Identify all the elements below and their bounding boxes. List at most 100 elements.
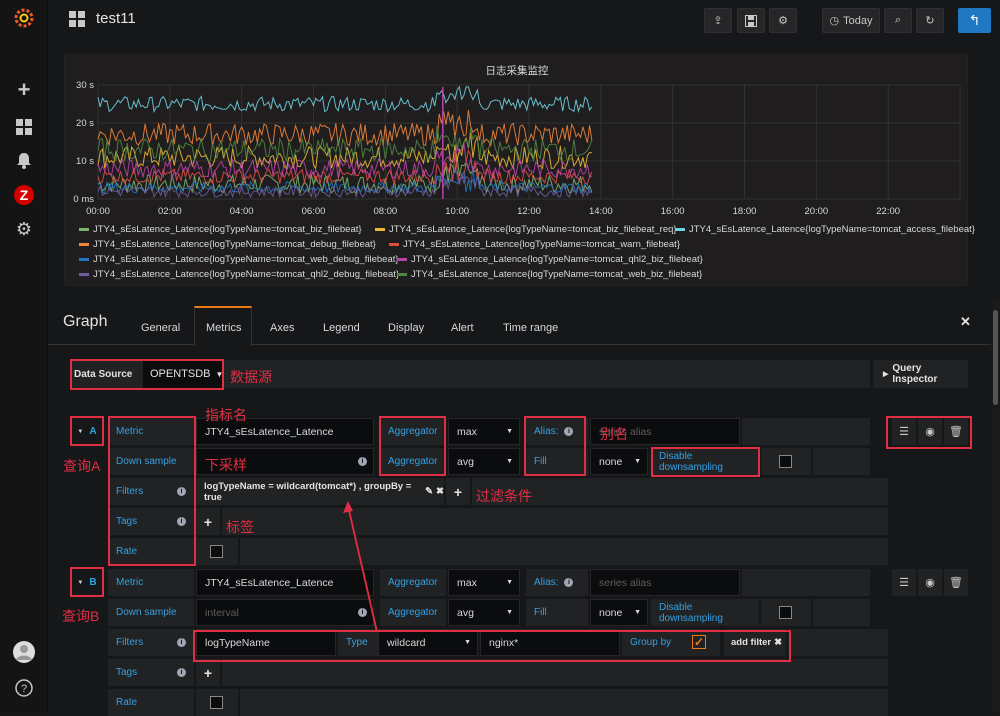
info-icon: i — [177, 517, 186, 526]
menu-icon[interactable]: ☰ — [892, 418, 916, 445]
add-filter-button[interactable]: add filter ✖ — [724, 629, 786, 656]
legend-label: JTY4_sEsLatence_Latence{logTypeName=tomc… — [411, 254, 703, 265]
datasource-select[interactable]: OPENTSDB ▼ — [143, 360, 223, 388]
add-tag-plus-icon[interactable]: + — [196, 508, 220, 535]
trash-icon[interactable]: 🗑 — [944, 418, 968, 445]
row-filler — [742, 418, 870, 445]
annotation-query-b: 查询B — [62, 608, 100, 624]
disable-downsampling-checkbox[interactable] — [779, 606, 792, 619]
rate-checkbox[interactable] — [210, 696, 223, 709]
legend-item[interactable]: JTY4_sEsLatence_Latence{logTypeName=tomc… — [675, 224, 975, 235]
caret-down-icon: ▼ — [77, 579, 84, 586]
legend-swatch — [375, 228, 385, 231]
legend-item[interactable]: JTY4_sEsLatence_Latence{logTypeName=tomc… — [79, 254, 399, 265]
caret-down-icon: ▼ — [506, 609, 513, 616]
eye-icon[interactable]: ◉ — [918, 569, 942, 596]
alias-input[interactable]: series alias — [590, 569, 740, 596]
plus-icon[interactable]: + — [12, 77, 36, 102]
aggregator-value: max — [457, 425, 477, 438]
filter-value-input[interactable]: nginx* — [480, 629, 620, 656]
tags-label-text: Tags — [116, 667, 138, 678]
filters-label: Filters i — [108, 478, 194, 505]
grafana-logo-icon[interactable] — [12, 6, 36, 30]
zabbix-icon[interactable]: Z — [12, 183, 36, 207]
filter-chip[interactable]: logTypeName = wildcard(tomcat*) , groupB… — [196, 478, 444, 505]
tab-metrics[interactable]: Metrics — [206, 322, 241, 334]
info-icon: i — [177, 668, 186, 677]
datasource-value: OPENTSDB — [150, 368, 211, 380]
svg-text:?: ? — [21, 683, 27, 695]
add-filter-plus-icon[interactable]: + — [446, 478, 470, 505]
tab-display[interactable]: Display — [388, 322, 424, 334]
eye-icon[interactable]: ◉ — [918, 418, 942, 445]
downsample-aggregator-select[interactable]: avg ▼ — [448, 448, 520, 475]
legend-swatch — [79, 258, 89, 261]
edit-icon[interactable]: ✎ — [425, 486, 433, 497]
rate-checkbox[interactable] — [210, 545, 223, 558]
settings-button[interactable]: ⚙ — [769, 8, 797, 33]
scrollbar-thumb[interactable] — [993, 310, 998, 405]
groupby-checkbox[interactable]: ✓ — [692, 635, 706, 649]
legend-item[interactable]: JTY4_sEsLatence_Latence{logTypeName=tomc… — [397, 269, 702, 280]
gear-icon[interactable]: ⚙ — [12, 217, 36, 241]
downsample-aggregator-value: avg — [457, 455, 474, 468]
close-editor-icon[interactable]: ✕ — [960, 314, 971, 330]
info-icon: i — [177, 487, 186, 496]
legend-item[interactable]: JTY4_sEsLatence_Latence{logTypeName=tomc… — [79, 239, 376, 250]
legend-item[interactable]: JTY4_sEsLatence_Latence{logTypeName=tomc… — [79, 224, 362, 235]
aggregator-select[interactable]: max ▼ — [448, 569, 520, 596]
time-picker-button[interactable]: ◷ Today — [822, 8, 880, 33]
legend-label: JTY4_sEsLatence_Latence{logTypeName=tomc… — [93, 254, 399, 265]
add-tag-plus-icon[interactable]: + — [196, 659, 220, 686]
tags-label: Tags i — [108, 508, 194, 535]
legend-label: JTY4_sEsLatence_Latence{logTypeName=tomc… — [93, 269, 400, 280]
panel-title[interactable]: 日志采集监控 — [65, 63, 969, 78]
info-icon: i — [564, 427, 574, 436]
svg-text:Z: Z — [20, 187, 29, 203]
trash-icon[interactable]: 🗑 — [944, 569, 968, 596]
query-inspector-button[interactable]: ▶ Query Inspector — [873, 360, 968, 388]
disable-downsampling-label: Disable downsampling — [651, 599, 759, 626]
fill-select[interactable]: none ▼ — [590, 448, 648, 475]
x-tick-label: 06:00 — [302, 206, 326, 217]
chart-plot[interactable]: 0 ms 10 s 20 s 30 s 00:00 02:00 04:00 06:00 08:0… — [65, 77, 969, 237]
downsample-aggregator-select[interactable]: avg ▼ — [448, 599, 520, 626]
query-ref-toggle[interactable]: ▼ A — [70, 418, 104, 445]
legend-label: JTY4_sEsLatence_Latence{logTypeName=tomc… — [403, 239, 680, 250]
filter-key-input[interactable]: logTypeName — [196, 629, 336, 656]
remove-icon[interactable]: ✖ — [436, 486, 444, 497]
fill-select[interactable]: none ▼ — [590, 599, 648, 626]
legend-item[interactable]: JTY4_sEsLatence_Latence{logTypeName=tomc… — [375, 224, 677, 235]
save-button[interactable] — [737, 8, 765, 33]
dashboards-icon[interactable] — [12, 115, 36, 139]
tab-time-range[interactable]: Time range — [503, 322, 558, 334]
legend-item[interactable]: JTY4_sEsLatence_Latence{logTypeName=tomc… — [397, 254, 703, 265]
save-icon — [745, 14, 757, 27]
avatar[interactable] — [12, 640, 36, 664]
y-tick-label: 20 s — [76, 118, 94, 129]
help-icon[interactable]: ? — [12, 676, 36, 700]
legend-item[interactable]: JTY4_sEsLatence_Latence{logTypeName=tomc… — [389, 239, 680, 250]
dashboard-grid-icon[interactable] — [69, 11, 85, 30]
legend-item[interactable]: JTY4_sEsLatence_Latence{logTypeName=tomc… — [79, 269, 399, 280]
query-ref-toggle[interactable]: ▼ B — [70, 569, 104, 596]
tab-alert[interactable]: Alert — [451, 322, 474, 334]
tab-general[interactable]: General — [141, 322, 180, 334]
downsample-aggregator-value: avg — [457, 606, 474, 619]
bell-icon[interactable] — [12, 148, 36, 172]
disable-downsampling-checkbox[interactable] — [779, 455, 792, 468]
tab-axes[interactable]: Axes — [270, 322, 294, 334]
menu-icon[interactable]: ☰ — [892, 569, 916, 596]
caret-down-icon: ▼ — [464, 639, 471, 646]
rate-label: Rate — [108, 538, 194, 565]
aggregator-select[interactable]: max ▼ — [448, 418, 520, 445]
x-tick-label: 22:00 — [876, 206, 900, 217]
back-to-dashboard-button[interactable]: ↰ — [958, 8, 991, 33]
zoom-out-button[interactable]: ⌕ — [884, 8, 912, 33]
share-button[interactable]: ⇪ — [704, 8, 732, 33]
row-filler — [813, 448, 870, 475]
dashboard-title[interactable]: test11 — [96, 10, 136, 27]
tab-legend[interactable]: Legend — [323, 322, 360, 334]
refresh-button[interactable]: ↻ — [916, 8, 944, 33]
query-ref-letter: A — [89, 426, 97, 437]
